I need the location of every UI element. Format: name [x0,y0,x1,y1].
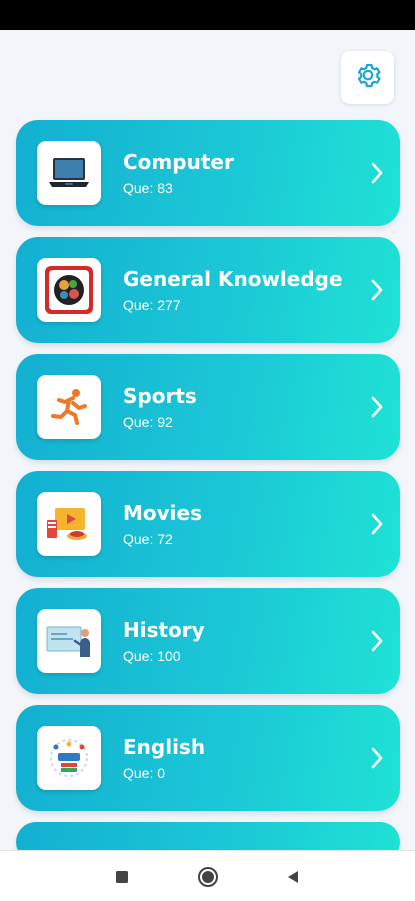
category-title: General Knowledge [123,267,343,291]
chevron-right-icon [371,279,383,301]
category-title: English [123,735,206,759]
system-navigation-bar [0,850,415,901]
category-title: History [123,618,205,642]
category-card-general-knowledge[interactable]: General Knowledge Que: 277 [16,237,400,343]
english-books-icon [37,726,101,790]
category-title: Sports [123,384,197,408]
status-bar [0,0,415,30]
settings-button[interactable] [341,51,394,104]
brain-icon [37,258,101,322]
category-list: Computer Que: 83 General Knowledge Que: … [16,120,400,862]
category-card-movies[interactable]: Movies Que: 72 [16,471,400,577]
chevron-right-icon [371,396,383,418]
category-title: Computer [123,150,234,174]
recents-square-icon[interactable] [110,865,134,889]
category-card-english[interactable]: English Que: 0 [16,705,400,811]
category-card-history[interactable]: History Que: 100 [16,588,400,694]
question-count: Que: 92 [123,414,173,430]
chevron-right-icon [371,162,383,184]
question-count: Que: 100 [123,648,181,664]
teacher-board-icon [37,609,101,673]
film-icon [37,492,101,556]
runner-icon [37,375,101,439]
category-card-sports[interactable]: Sports Que: 92 [16,354,400,460]
category-title: Movies [123,501,203,525]
laptop-icon [37,141,101,205]
question-count: Que: 0 [123,765,166,781]
question-count: Que: 83 [123,180,173,196]
chevron-right-icon [371,513,383,535]
gear-icon [353,60,383,95]
chevron-right-icon [371,747,383,769]
chevron-right-icon [371,630,383,652]
home-circle-icon[interactable] [196,865,220,889]
category-card-computer[interactable]: Computer Que: 83 [16,120,400,226]
question-count: Que: 277 [123,297,181,313]
back-triangle-icon[interactable] [281,865,305,889]
question-count: Que: 72 [123,531,173,547]
